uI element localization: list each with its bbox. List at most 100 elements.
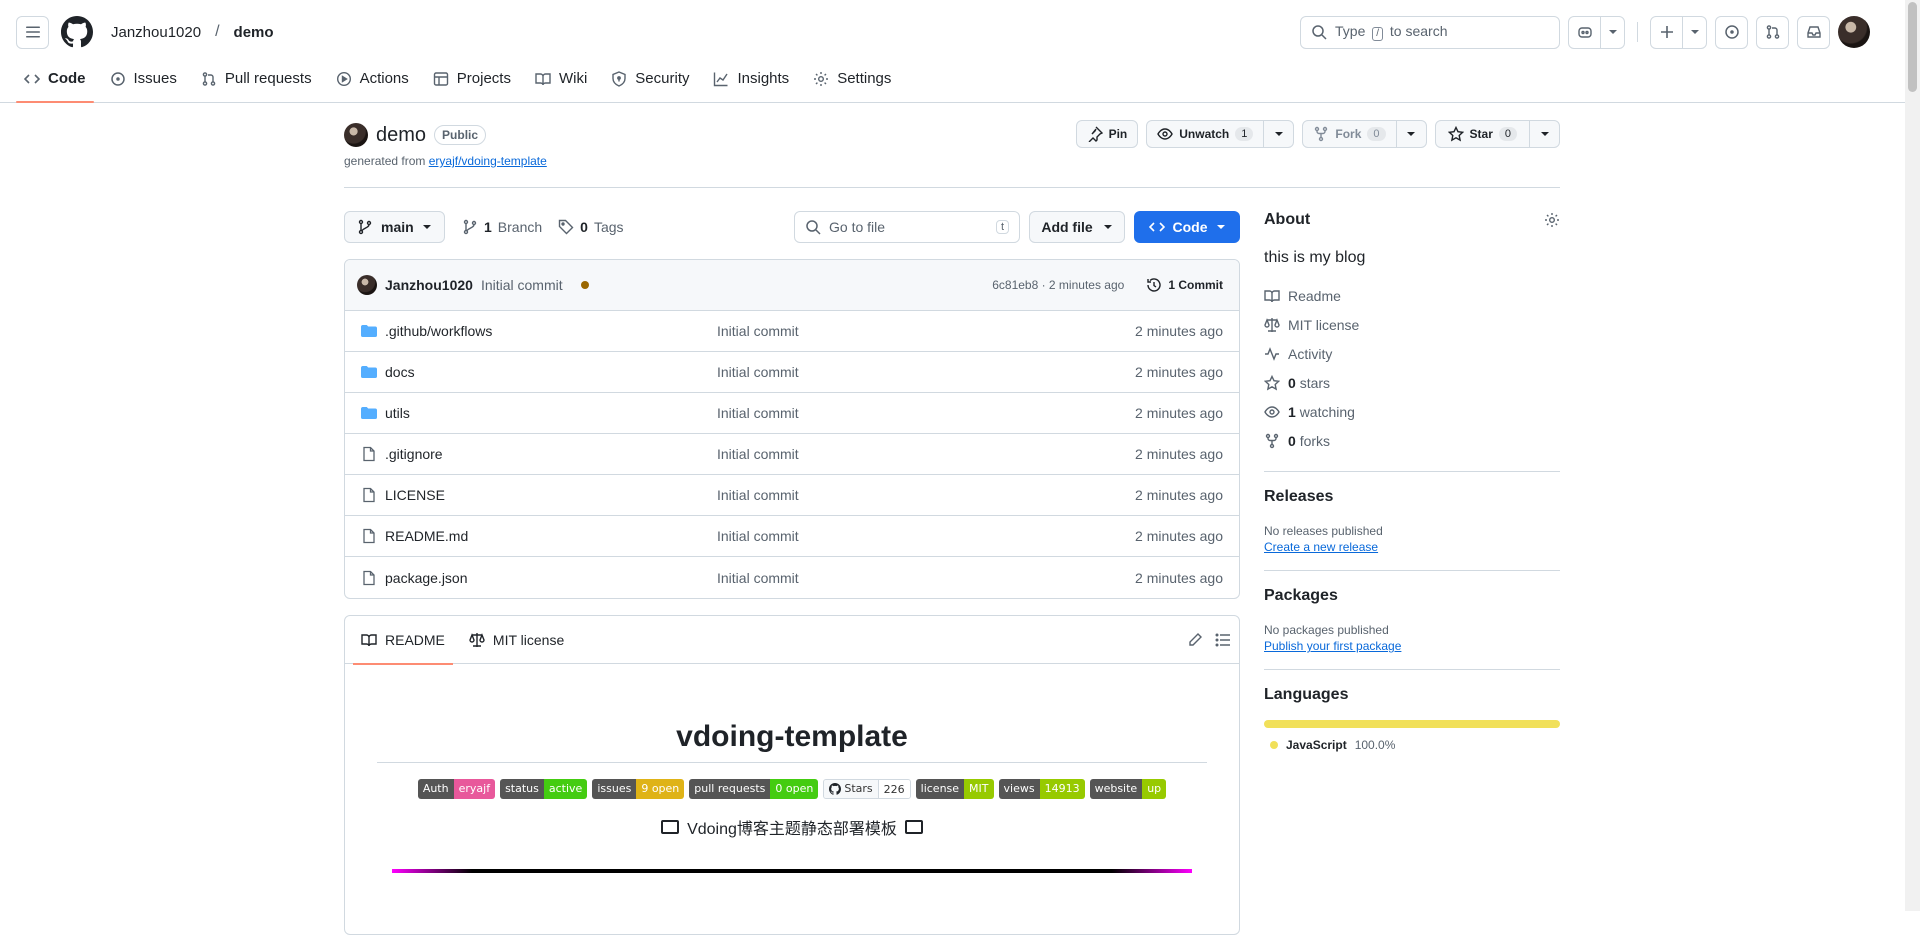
file-commit-message[interactable]: Initial commit: [717, 528, 799, 544]
file-commit-message[interactable]: Initial commit: [717, 446, 799, 462]
file-name[interactable]: .github/workflows: [385, 323, 492, 339]
github-logo-icon[interactable]: [61, 16, 93, 48]
law-icon: [1264, 317, 1280, 332]
file-commit-message[interactable]: Initial commit: [717, 487, 799, 503]
star-counter: 0: [1498, 127, 1517, 141]
pin-label: Pin: [1108, 127, 1128, 141]
fork-button[interactable]: Fork 0: [1302, 120, 1427, 148]
table-row[interactable]: package.json Initial commit 2 minutes ag…: [345, 557, 1239, 598]
go-to-file-input[interactable]: Go to file t: [794, 211, 1020, 243]
about-activity[interactable]: Activity: [1264, 339, 1560, 368]
file-name[interactable]: package.json: [385, 570, 468, 586]
commits-link[interactable]: 1 Commit: [1146, 277, 1223, 293]
chevron-down-icon[interactable]: [1529, 121, 1559, 147]
code-button[interactable]: Code: [1134, 211, 1240, 243]
about-watching[interactable]: 1 watching: [1264, 397, 1560, 426]
tab-settings[interactable]: Settings: [805, 55, 899, 102]
latest-commit: Janzhou1020 Initial commit 6c81eb8 · 2 m…: [345, 260, 1239, 311]
tab-projects[interactable]: Projects: [425, 55, 519, 102]
shield-badge[interactable]: Auth eryajf: [417, 779, 496, 799]
breadcrumb-owner[interactable]: Janzhou1020: [111, 24, 201, 41]
file-commit-message[interactable]: Initial commit: [717, 405, 799, 421]
chevron-down-icon[interactable]: [1682, 16, 1706, 48]
shield-badge[interactable]: license MIT: [915, 779, 994, 799]
commit-status-dot[interactable]: [580, 281, 589, 289]
shield-badge[interactable]: Stars 226: [823, 779, 911, 799]
language-item[interactable]: JavaScript 100.0%: [1264, 738, 1560, 752]
file-name[interactable]: docs: [385, 364, 415, 380]
about-mit-license[interactable]: MIT license: [1264, 310, 1560, 339]
shield-badge[interactable]: pull requests 0 open: [689, 779, 819, 799]
user-avatar[interactable]: [1838, 16, 1870, 48]
create-release-link[interactable]: Create a new release: [1264, 540, 1560, 554]
gear-icon[interactable]: [1544, 212, 1560, 228]
file-commit-message[interactable]: Initial commit: [717, 323, 799, 339]
about-readme[interactable]: Readme: [1264, 281, 1560, 310]
table-row[interactable]: README.md Initial commit 2 minutes ago: [345, 516, 1239, 557]
pull-requests-icon[interactable]: [1756, 15, 1789, 49]
tab-issues[interactable]: Issues: [102, 55, 185, 102]
scrollbar-thumb[interactable]: [1908, 2, 1917, 92]
tags-link[interactable]: 0 Tags: [558, 219, 624, 235]
releases-title[interactable]: Releases: [1264, 488, 1560, 506]
readme-panel: README MIT license vdoing-template Auth e…: [344, 615, 1240, 935]
scrollbar[interactable]: [1905, 0, 1920, 911]
chevron-down-icon[interactable]: [1395, 121, 1426, 147]
menu-icon[interactable]: [16, 15, 49, 49]
unwatch-button[interactable]: Unwatch 1: [1146, 120, 1295, 148]
add-file-button[interactable]: Add file: [1029, 211, 1125, 243]
tab-readme[interactable]: README: [353, 616, 453, 665]
packages-title[interactable]: Packages: [1264, 587, 1560, 605]
pin-button[interactable]: Pin: [1075, 120, 1139, 148]
chevron-down-icon: [1103, 225, 1112, 229]
issues-icon[interactable]: [1715, 15, 1748, 49]
chevron-down-icon[interactable]: [1600, 16, 1624, 48]
owner-avatar[interactable]: [344, 123, 368, 147]
create-new-button[interactable]: [1650, 15, 1707, 49]
breadcrumb: Janzhou1020 / demo: [111, 23, 274, 41]
about-forks[interactable]: 0 forks: [1264, 426, 1560, 455]
tab-insights[interactable]: Insights: [705, 55, 797, 102]
tab-license[interactable]: MIT license: [461, 616, 572, 664]
table-row[interactable]: .gitignore Initial commit 2 minutes ago: [345, 434, 1239, 475]
file-name[interactable]: .gitignore: [385, 446, 443, 462]
table-row[interactable]: docs Initial commit 2 minutes ago: [345, 352, 1239, 393]
pencil-icon[interactable]: [1187, 632, 1203, 648]
breadcrumb-repo[interactable]: demo: [234, 24, 274, 41]
branch-selector[interactable]: main: [344, 211, 445, 243]
file-name[interactable]: LICENSE: [385, 487, 445, 503]
table-row[interactable]: .github/workflows Initial commit 2 minut…: [345, 311, 1239, 352]
shield-badge[interactable]: status active: [500, 779, 588, 799]
file-commit-message[interactable]: Initial commit: [717, 570, 799, 586]
file-commit-message[interactable]: Initial commit: [717, 364, 799, 380]
star-button[interactable]: Star 0: [1434, 120, 1560, 148]
file-name[interactable]: README.md: [385, 528, 468, 544]
tab-security[interactable]: Security: [603, 55, 697, 102]
tab-wiki[interactable]: Wiki: [527, 55, 595, 102]
chevron-down-icon: [1216, 225, 1225, 229]
shield-badge[interactable]: website up: [1089, 779, 1167, 799]
branches-link[interactable]: 1 Branch: [462, 219, 542, 235]
commit-author-avatar[interactable]: [357, 275, 377, 295]
publish-package-link[interactable]: Publish your first package: [1264, 639, 1560, 653]
tab-pull-requests[interactable]: Pull requests: [193, 55, 320, 102]
shield-badge[interactable]: issues 9 open: [592, 779, 685, 799]
about-stars[interactable]: 0 stars: [1264, 368, 1560, 397]
chevron-down-icon[interactable]: [1263, 121, 1293, 147]
language-percent: 100.0%: [1354, 738, 1396, 752]
shield-badge[interactable]: views 14913: [998, 779, 1085, 799]
template-link[interactable]: eryajf/vdoing-template: [429, 154, 547, 168]
commit-author[interactable]: Janzhou1020: [385, 277, 473, 293]
tab-actions[interactable]: Actions: [328, 55, 417, 102]
file-name[interactable]: utils: [385, 405, 410, 421]
search-input[interactable]: Type / to search: [1300, 15, 1560, 49]
copilot-button[interactable]: [1568, 15, 1625, 49]
inbox-icon[interactable]: [1797, 15, 1830, 49]
table-row[interactable]: LICENSE Initial commit 2 minutes ago: [345, 475, 1239, 516]
table-row[interactable]: utils Initial commit 2 minutes ago: [345, 393, 1239, 434]
repo-name[interactable]: demo: [376, 124, 426, 147]
list-icon[interactable]: [1215, 632, 1231, 648]
tab-code[interactable]: Code: [16, 55, 94, 103]
commit-message[interactable]: Initial commit: [481, 277, 563, 293]
commit-meta[interactable]: 6c81eb8 · 2 minutes ago: [992, 278, 1124, 292]
